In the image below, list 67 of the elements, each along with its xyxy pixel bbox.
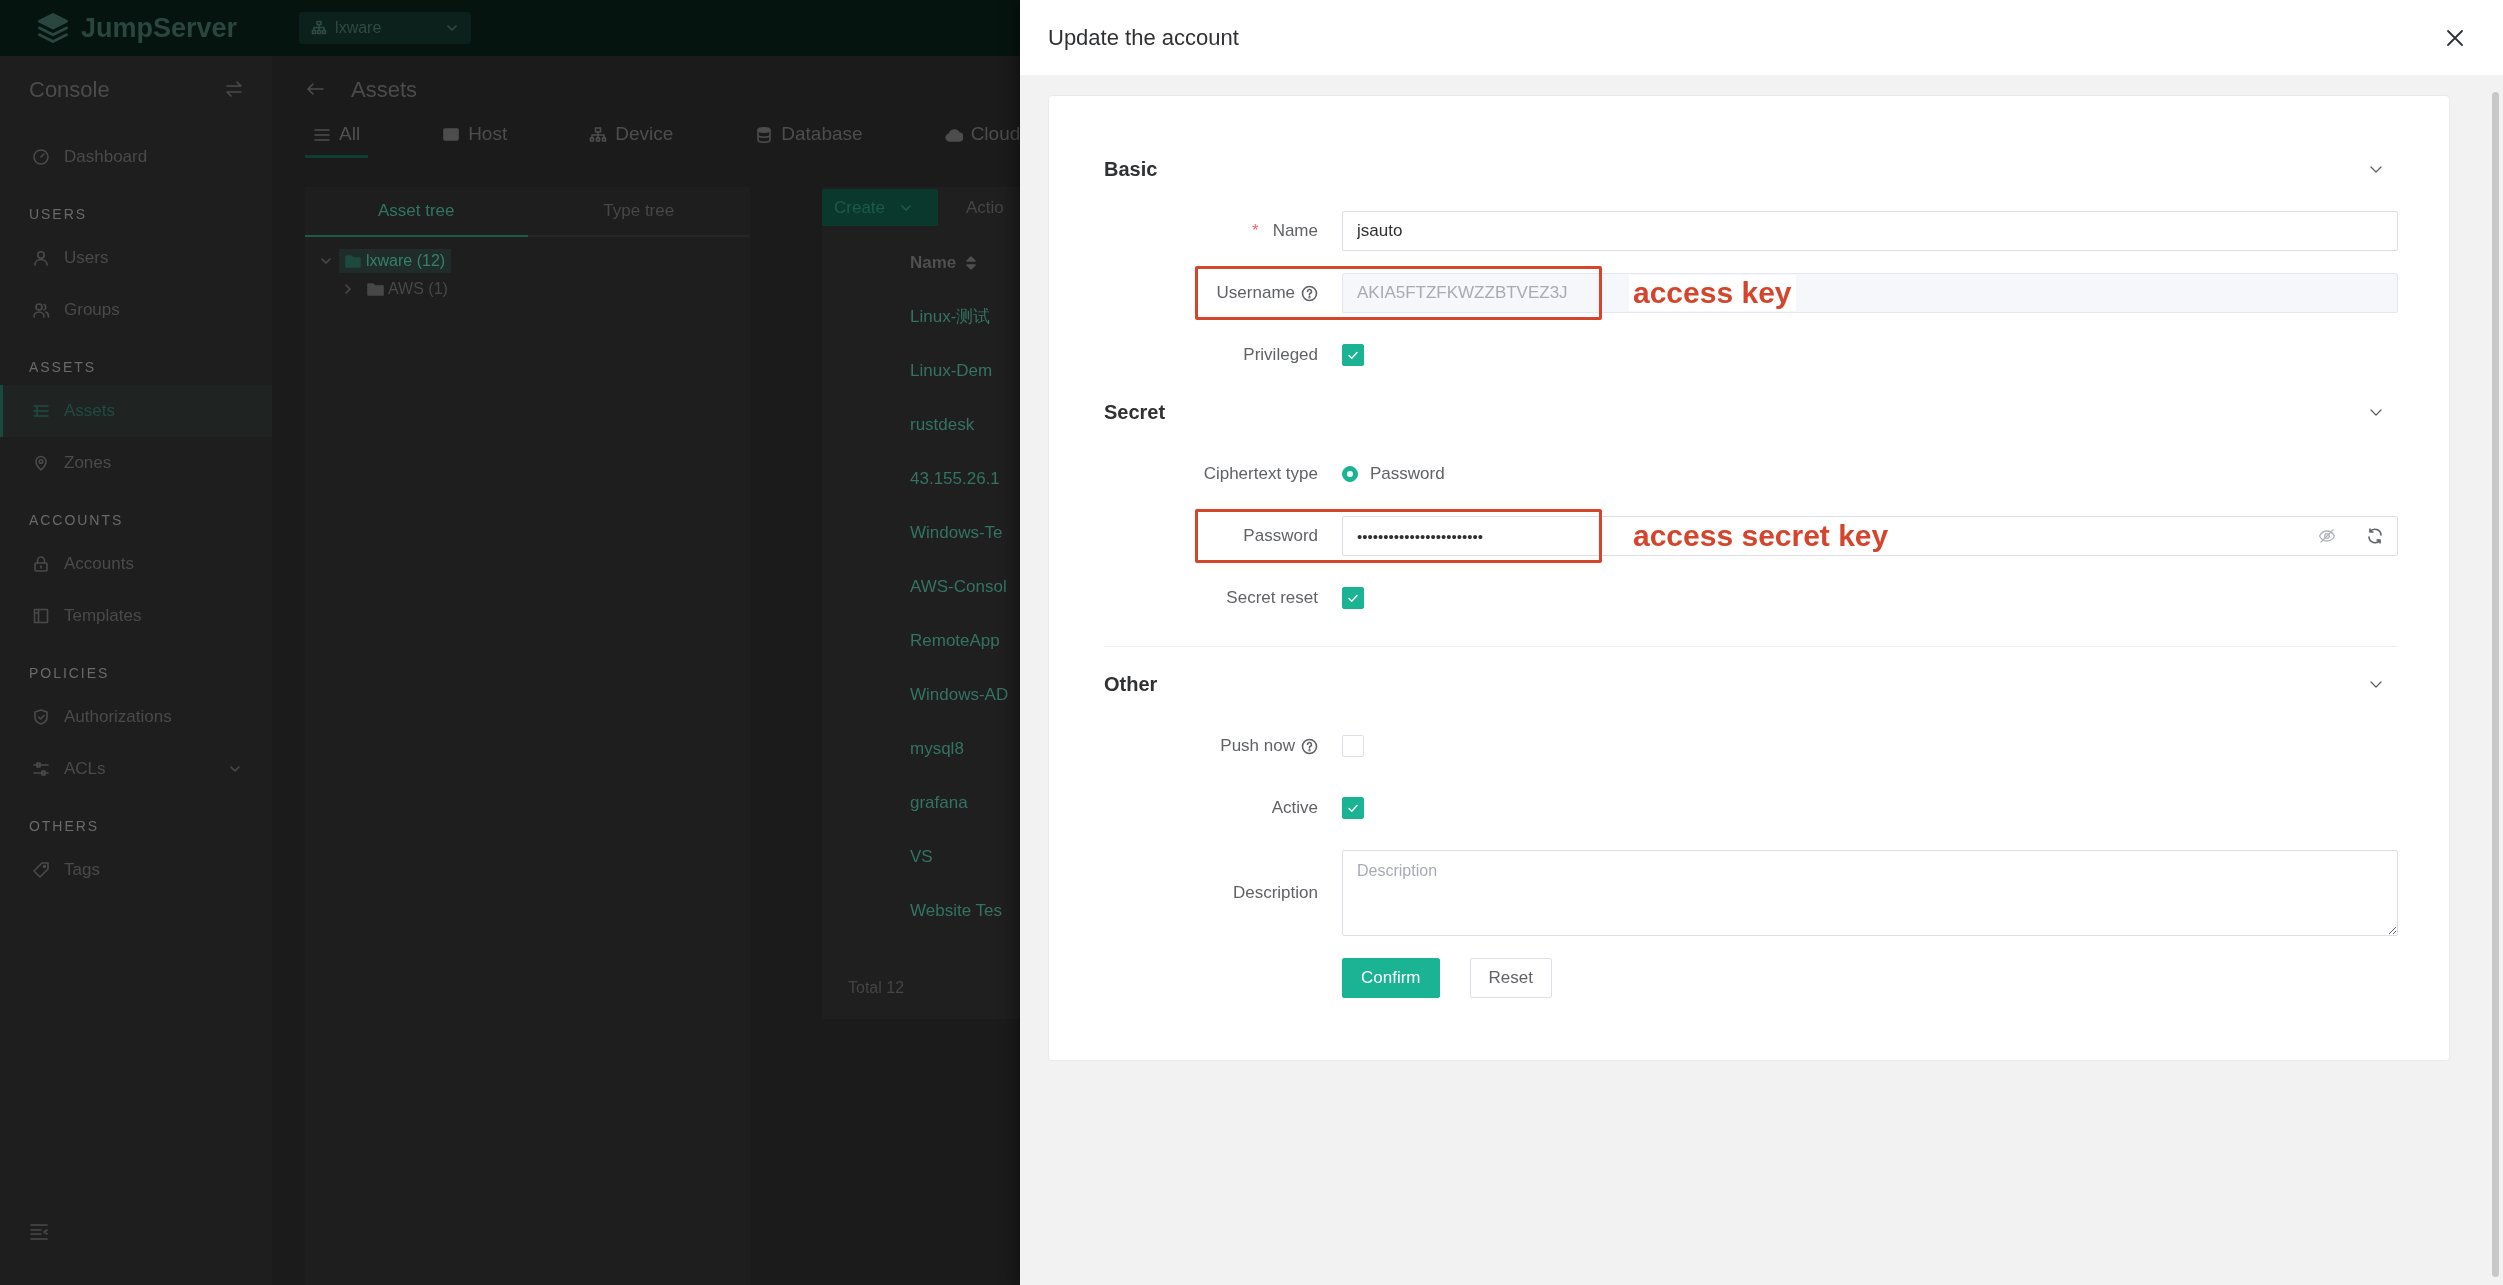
- table-cell[interactable]: mysql8: [910, 736, 964, 762]
- sidebar-section-heading: ASSETS: [29, 357, 96, 377]
- checkbox[interactable]: [1342, 587, 1364, 609]
- reset-button[interactable]: Reset: [1469, 958, 1552, 998]
- radio-option[interactable]: Password: [1342, 461, 1445, 487]
- list-icon: [32, 402, 50, 420]
- tab[interactable]: Asset tree: [305, 187, 528, 237]
- table-cell[interactable]: RemoteApp: [910, 628, 1000, 654]
- section-title: Secret: [1104, 400, 1166, 425]
- gauge-icon: [32, 148, 50, 166]
- table-cell[interactable]: Windows-AD: [910, 682, 1009, 708]
- open-folder-icon: [345, 253, 362, 269]
- description-field[interactable]: Description: [1342, 850, 2398, 936]
- annotation-label: access key: [1629, 275, 1796, 311]
- table-cell[interactable]: grafana: [910, 790, 968, 816]
- field-label: Secret reset: [1226, 587, 1318, 610]
- confirm-button[interactable]: Confirm: [1342, 958, 1440, 998]
- collapse-menu-icon[interactable]: [29, 1222, 49, 1241]
- sidebar-section-heading: USERS: [29, 204, 88, 224]
- location-pin-icon: [32, 454, 50, 472]
- swap-icon[interactable]: [224, 79, 244, 99]
- sidebar-section-heading: POLICIES: [29, 663, 110, 683]
- field-label: Name: [1272, 220, 1318, 243]
- checkbox[interactable]: [1342, 344, 1364, 366]
- text-field[interactable]: jsauto: [1342, 211, 2398, 251]
- field-label: Password: [1243, 525, 1318, 548]
- field-label: Privileged: [1243, 344, 1318, 367]
- lock-icon: [32, 555, 50, 573]
- table-cell[interactable]: Linux-Dem: [910, 358, 993, 384]
- database-icon: [755, 125, 774, 144]
- table-cell[interactable]: rustdesk: [910, 412, 975, 438]
- section-title: Other: [1104, 672, 1158, 697]
- network-icon: [589, 125, 608, 144]
- field-label: Description: [1232, 882, 1318, 905]
- folder-icon: [367, 281, 384, 297]
- table-cell[interactable]: Website Tes: [910, 898, 1002, 924]
- sidebar-section-heading: ACCOUNTS: [29, 510, 124, 530]
- layout-icon: [32, 607, 50, 625]
- user-icon: [32, 249, 50, 267]
- scrollbar[interactable]: [2492, 92, 2499, 1277]
- field-label: Active: [1271, 797, 1318, 820]
- field-label: Username: [1216, 282, 1295, 305]
- checkbox[interactable]: [1342, 797, 1364, 819]
- field-label: Ciphertext type: [1203, 463, 1318, 486]
- field-label: Push now: [1220, 735, 1295, 758]
- table-cell[interactable]: VS: [910, 844, 933, 870]
- table-cell[interactable]: AWS-Consol: [910, 574, 1007, 600]
- back-arrow-icon[interactable]: [305, 81, 325, 97]
- close-icon[interactable]: [2445, 27, 2465, 48]
- users-icon: [32, 301, 50, 319]
- sidebar-section-heading: OTHERS: [29, 816, 100, 836]
- monitor-icon: [442, 125, 461, 144]
- section-title: Basic: [1104, 157, 1158, 182]
- table-cell[interactable]: Linux-测试: [910, 304, 991, 330]
- table-cell[interactable]: Windows-Te: [910, 520, 1003, 546]
- refresh-icon[interactable]: [2366, 527, 2384, 545]
- tag-icon: [32, 861, 50, 879]
- sort-icon[interactable]: [966, 255, 977, 271]
- layers-logo-icon: [35, 10, 71, 46]
- drawer-title: Update the account: [1048, 24, 1239, 52]
- table-cell[interactable]: 43.155.26.1: [910, 466, 1000, 492]
- sitemap-icon: [311, 20, 328, 36]
- sliders-icon: [32, 760, 50, 778]
- eye-slash-icon[interactable]: [2318, 527, 2336, 545]
- shield-check-icon: [32, 708, 50, 726]
- required-mark: *: [1252, 220, 1259, 243]
- tree-node[interactable]: lxware (12): [339, 249, 452, 273]
